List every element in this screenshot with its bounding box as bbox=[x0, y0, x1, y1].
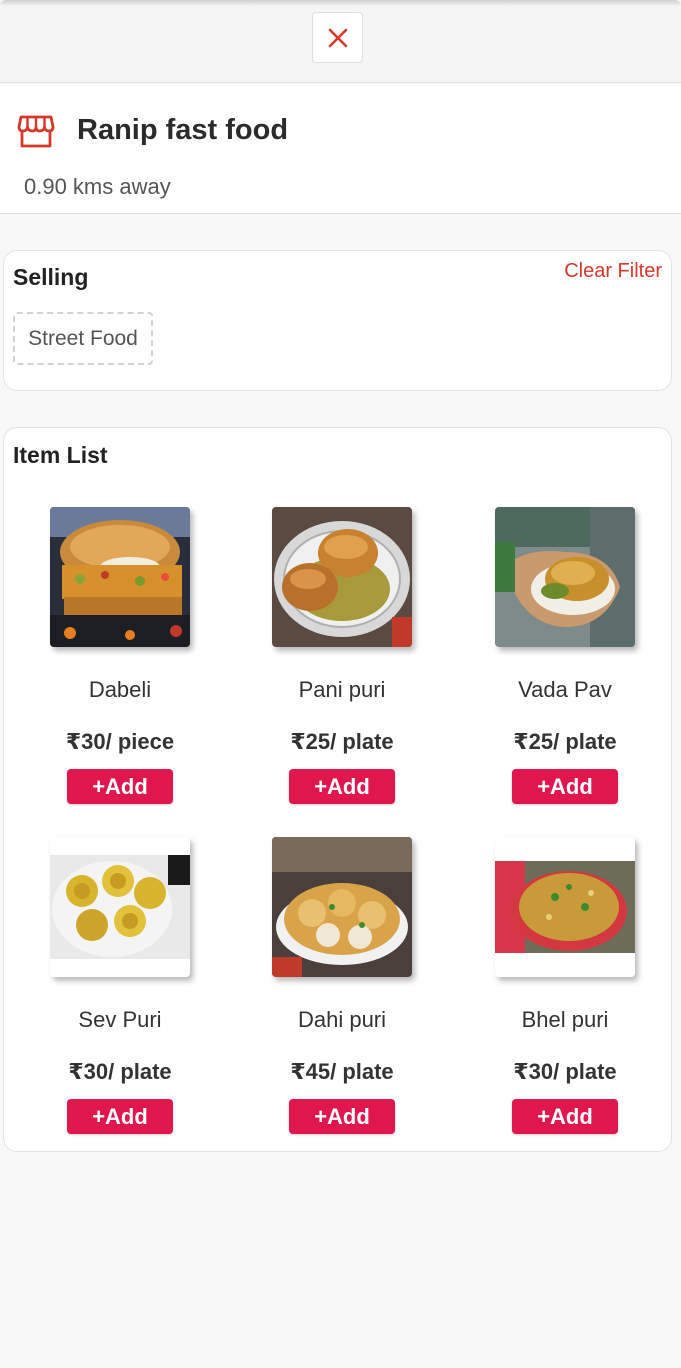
item-price: ₹30/ plate bbox=[68, 1059, 172, 1084]
list-item: Vada Pav ₹25/ plate +Add bbox=[449, 507, 672, 817]
item-image-vada-pav[interactable] bbox=[495, 507, 635, 647]
list-item: Bhel puri ₹30/ plate +Add bbox=[449, 837, 672, 1147]
item-image-pani-puri[interactable] bbox=[272, 507, 412, 647]
shop-header: Ranip fast food 0.90 kms away bbox=[0, 84, 681, 214]
item-image-bhel-puri[interactable] bbox=[495, 837, 635, 977]
item-price: ₹45/ plate bbox=[290, 1059, 394, 1084]
close-button[interactable] bbox=[312, 12, 363, 63]
shop-distance: 0.90 kms away bbox=[24, 174, 171, 199]
add-button[interactable]: +Add bbox=[512, 769, 618, 804]
item-name: Sev Puri bbox=[78, 1007, 162, 1032]
item-price: ₹30/ plate bbox=[513, 1059, 617, 1084]
top-shadow bbox=[0, 0, 681, 6]
item-name: Vada Pav bbox=[518, 677, 612, 702]
item-image-dahi-puri[interactable] bbox=[272, 837, 412, 977]
item-image-sev-puri[interactable] bbox=[50, 837, 190, 977]
modal-top-bar bbox=[0, 0, 681, 83]
category-chip-street-food[interactable]: Street Food bbox=[13, 312, 153, 365]
item-list-card: Item List Dabeli ₹30/ piece +Add Pani pu… bbox=[3, 427, 672, 1152]
item-name: Dahi puri bbox=[297, 1007, 387, 1032]
item-image-dabeli[interactable] bbox=[50, 507, 190, 647]
close-icon bbox=[328, 28, 347, 47]
add-button[interactable]: +Add bbox=[512, 1099, 618, 1134]
item-price: ₹25/ plate bbox=[513, 729, 617, 754]
item-name: Dabeli bbox=[88, 677, 152, 702]
item-name: Pani puri bbox=[298, 677, 386, 702]
selling-title: Selling bbox=[13, 264, 89, 290]
clear-filter-link[interactable]: Clear Filter bbox=[564, 260, 662, 283]
item-name: Bhel puri bbox=[521, 1007, 609, 1032]
add-button[interactable]: +Add bbox=[67, 769, 173, 804]
item-list-title: Item List bbox=[13, 442, 108, 468]
list-item: Pani puri ₹25/ plate +Add bbox=[226, 507, 449, 817]
item-price: ₹25/ plate bbox=[290, 729, 394, 754]
add-button[interactable]: +Add bbox=[289, 769, 395, 804]
selling-card: Selling Clear Filter Street Food bbox=[3, 250, 672, 391]
add-button[interactable]: +Add bbox=[67, 1099, 173, 1134]
list-item: Dahi puri ₹45/ plate +Add bbox=[226, 837, 449, 1147]
list-item: Sev Puri ₹30/ plate +Add bbox=[4, 837, 227, 1147]
shop-name: Ranip fast food bbox=[77, 114, 289, 146]
add-button[interactable]: +Add bbox=[289, 1099, 395, 1134]
list-item: Dabeli ₹30/ piece +Add bbox=[4, 507, 227, 817]
store-icon bbox=[17, 115, 55, 148]
item-price: ₹30/ piece bbox=[65, 729, 175, 754]
